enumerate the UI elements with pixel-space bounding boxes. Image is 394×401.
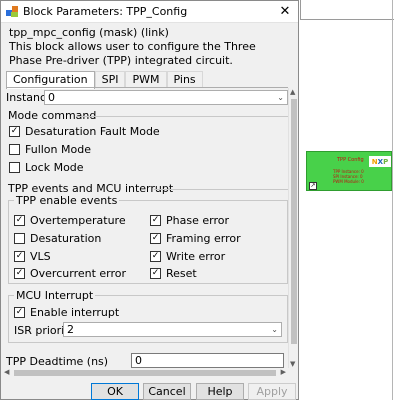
chevron-down-icon: ⌄ [277,93,284,102]
tpp-events-divider [154,189,288,190]
horizontal-scrollbar[interactable]: ◀ ▶ [2,368,288,378]
scroll-up-icon[interactable]: ▲ [290,88,295,96]
title-bar[interactable]: Block Parameters: TPP_Config ✕ [1,1,298,23]
scroll-thumb[interactable] [14,370,276,376]
tab-pins[interactable]: Pins [166,71,203,88]
checkbox-box[interactable] [9,161,20,173]
chevron-down-icon: ⌄ [271,325,278,334]
tpp-enable-events-title: TPP enable events [14,194,120,207]
phase-error-checkbox[interactable]: Phase error [150,213,229,227]
vls-checkbox[interactable]: VLS [14,249,51,263]
scroll-down-icon[interactable]: ▼ [290,360,295,368]
block-parameters-dialog: Block Parameters: TPP_Config ✕ tpp_mpc_c… [0,0,299,400]
instance-select[interactable]: 0 ⌄ [44,90,288,105]
cancel-button[interactable]: Cancel [143,383,191,400]
canvas-divider [392,0,393,400]
checkbox-label: Overcurrent error [30,266,127,280]
nxp-logo: NXP [369,156,391,167]
vertical-scrollbar[interactable]: ▲ ▼ [288,88,298,368]
lock-mode-checkbox[interactable]: Lock Mode [9,160,84,174]
checkbox-box[interactable] [14,214,25,226]
canvas-edge [300,0,394,20]
enable-interrupt-checkbox[interactable]: Enable interrupt [14,305,119,319]
tab-spi[interactable]: SPI [94,71,126,88]
scroll-right-icon[interactable]: ▶ [281,368,286,376]
framing-error-checkbox[interactable]: Framing error [150,231,241,245]
tpp-config-block[interactable]: TPP Config NXP TPP Instance: 0 SPI Insta… [306,151,392,191]
instance-row: Instance 0 ⌄ [6,90,288,105]
write-error-checkbox[interactable]: Write error [150,249,225,263]
checkbox-box[interactable] [150,250,161,262]
checkbox-box[interactable] [150,214,161,226]
checkbox-label: Lock Mode [25,160,84,174]
checkbox-label: Enable interrupt [30,305,120,319]
tab-bar: Configuration SPI PWM Pins [6,71,203,89]
library-link-icon: ↗ [309,182,317,190]
checkbox-label: Reset [166,266,197,280]
dialog-title: Block Parameters: TPP_Config [23,5,188,18]
fullon-mode-checkbox[interactable]: Fullon Mode [9,142,91,156]
isr-priority-value: 2 [67,323,74,336]
apply-button[interactable]: Apply [248,383,296,400]
mask-type-label: tpp_mpc_config (mask) (link) [9,26,169,39]
instance-value: 0 [48,91,55,104]
checkbox-label: Framing error [166,231,241,245]
checkbox-box[interactable] [14,306,25,318]
checkbox-label: Phase error [166,213,229,227]
checkbox-box[interactable] [9,143,20,155]
checkbox-box[interactable] [9,125,20,137]
scroll-left-icon[interactable]: ◀ [4,368,9,376]
overcurrent-error-checkbox[interactable]: Overcurrent error [14,266,126,280]
close-button[interactable]: ✕ [272,1,298,23]
mode-command-divider [76,116,288,117]
simulink-icon [6,5,18,18]
checkbox-box[interactable] [14,232,25,244]
isr-priority-select[interactable]: 2 ⌄ [63,322,282,337]
deadtime-label: TPP Deadtime (ns) [6,355,109,368]
help-button[interactable]: Help [196,383,244,400]
checkbox-label: VLS [30,249,51,263]
block-title: TPP Config [337,157,364,163]
checkbox-box[interactable] [150,232,161,244]
scroll-thumb[interactable] [291,99,297,344]
desaturation-fault-mode-checkbox[interactable]: Desaturation Fault Mode [9,124,160,138]
block-info: TPP Instance: 0 SPI Instance: 0 PWM Modu… [333,169,364,184]
checkbox-label: Fullon Mode [25,142,91,156]
block-info-line: PWM Module: 0 [333,179,364,184]
checkbox-box[interactable] [14,250,25,262]
checkbox-label: Desaturation Fault Mode [25,124,160,138]
reset-checkbox[interactable]: Reset [150,266,197,280]
mcu-interrupt-title: MCU Interrupt [14,289,96,302]
tab-pwm[interactable]: PWM [125,71,167,88]
checkbox-label: Desaturation [30,231,102,245]
overtemperature-checkbox[interactable]: Overtemperature [14,213,126,227]
checkbox-box[interactable] [14,267,25,279]
deadtime-input[interactable]: 0 [131,353,284,368]
checkbox-label: Write error [166,249,226,263]
checkbox-label: Overtemperature [30,213,126,227]
ok-button[interactable]: OK [91,383,139,400]
mask-description: This block allows user to configure the … [9,40,256,67]
checkbox-box[interactable] [150,267,161,279]
desaturation-checkbox[interactable]: Desaturation [14,231,101,245]
